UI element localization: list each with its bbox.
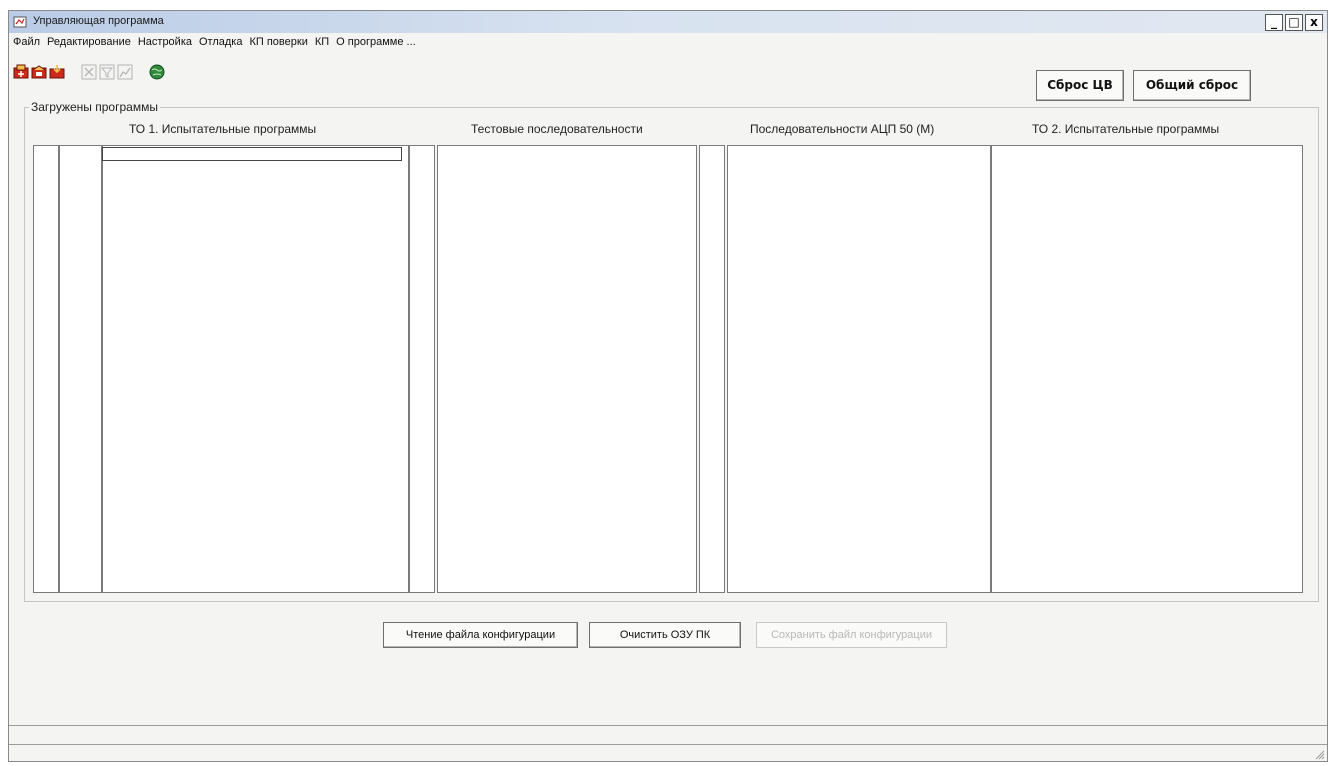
cut-gray-icon[interactable] xyxy=(81,63,97,81)
reset-cv-button[interactable]: Сброс ЦВ xyxy=(1036,70,1124,101)
menu-bar: Файл Редактирование Настройка Отладка КП… xyxy=(13,36,416,52)
test-sequences-list[interactable] xyxy=(437,145,697,593)
clear-ram-button[interactable]: Очистить ОЗУ ПК xyxy=(589,622,741,648)
status-bar-2 xyxy=(9,744,1327,762)
app-icon xyxy=(13,16,27,28)
menu-kp-verification[interactable]: КП поверки xyxy=(249,36,307,52)
adc-sequences-title: Последовательности АЦП 50 (М) xyxy=(750,122,935,136)
main-window: Управляющая программа _ □ x Файл Редакти… xyxy=(8,10,1328,762)
window-controls: _ □ x xyxy=(1265,14,1323,31)
loaded-programs-legend: Загружены программы xyxy=(29,100,160,114)
menu-file[interactable]: Файл xyxy=(13,36,40,52)
to1-checkbox-column[interactable] xyxy=(33,145,59,593)
to1-edit-cell[interactable] xyxy=(102,147,402,161)
filter-gray-icon[interactable] xyxy=(99,63,115,81)
globe-icon[interactable] xyxy=(149,63,165,81)
open-folder-red-icon[interactable] xyxy=(31,63,47,81)
close-button[interactable]: x xyxy=(1305,14,1323,31)
to2-programs-title: ТО 2. Испытательные программы xyxy=(1032,122,1220,136)
adc-index-column[interactable] xyxy=(699,145,725,593)
open-red-icon[interactable] xyxy=(13,63,29,81)
menu-settings[interactable]: Настройка xyxy=(138,36,192,52)
adc-sequences-list[interactable] xyxy=(727,145,991,593)
window-title: Управляющая программа xyxy=(33,15,164,27)
menu-edit[interactable]: Редактирование xyxy=(47,36,131,52)
save-config-button[interactable]: Сохранить файл конфигурации xyxy=(756,622,947,648)
to1-number-column[interactable] xyxy=(59,145,102,593)
to1-programs-title: ТО 1. Испытательные программы xyxy=(129,122,317,136)
menu-debug[interactable]: Отладка xyxy=(199,36,242,52)
load-red-icon[interactable] xyxy=(49,63,65,81)
resize-grip-icon[interactable] xyxy=(1315,750,1325,760)
to2-programs-list[interactable] xyxy=(991,145,1303,593)
chart-gray-icon[interactable] xyxy=(117,63,133,81)
read-config-button[interactable]: Чтение файла конфигурации xyxy=(383,622,578,648)
test-sequences-title: Тестовые последовательности xyxy=(471,122,643,136)
to1-programs-list[interactable] xyxy=(102,145,409,593)
menu-about[interactable]: О программе ... xyxy=(336,36,416,52)
status-bar-1 xyxy=(9,725,1327,743)
maximize-button[interactable]: □ xyxy=(1285,14,1303,31)
general-reset-button[interactable]: Общий сброс xyxy=(1133,70,1251,101)
menu-kp[interactable]: КП xyxy=(315,36,329,52)
test-sequences-index-column[interactable] xyxy=(409,145,435,593)
title-bar[interactable]: Управляющая программа _ □ x xyxy=(9,11,1327,33)
minimize-button[interactable]: _ xyxy=(1265,14,1283,31)
toolbar xyxy=(13,61,167,83)
